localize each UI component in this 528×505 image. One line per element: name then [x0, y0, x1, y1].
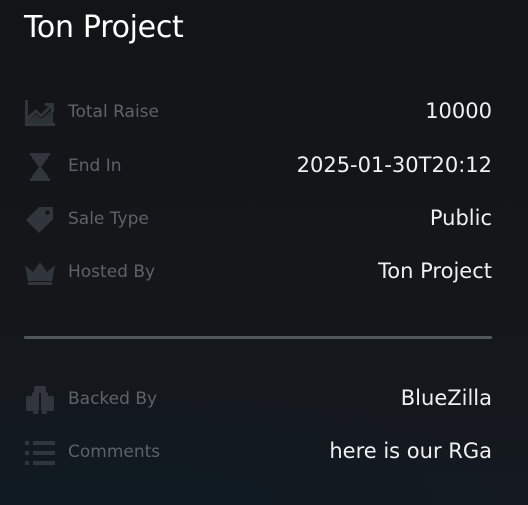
detail-label: Total Raise [68, 102, 160, 122]
detail-value: BlueZilla [400, 386, 492, 410]
detail-value: 10000 [425, 99, 492, 123]
detail-value: 2025-01-30T20:12 [296, 153, 492, 177]
project-details-card: Ton Project Total Raise 10000 End In 202… [0, 0, 528, 505]
section-divider [24, 336, 492, 339]
detail-row-sale-type: Sale Type Public [24, 204, 492, 236]
detail-label: Backed By [68, 389, 158, 409]
detail-label: End In [68, 156, 122, 176]
page-title: Ton Project [24, 10, 184, 45]
detail-label: Comments [68, 442, 161, 462]
detail-label: Sale Type [68, 209, 149, 229]
detail-row-end-in: End In 2025-01-30T20:12 [24, 151, 492, 183]
detail-value: Public [429, 206, 492, 230]
detail-value: here is our RGa [329, 439, 492, 463]
detail-row-total-raise: Total Raise 10000 [24, 97, 492, 129]
detail-row-comments: Comments here is our RGa [24, 437, 492, 469]
detail-row-hosted-by: Hosted By Ton Project [24, 257, 492, 289]
detail-value: Ton Project [378, 259, 492, 283]
chart-trend-icon [24, 97, 56, 129]
hourglass-icon [24, 151, 56, 183]
detail-row-backed-by: Backed By BlueZilla [24, 384, 492, 416]
price-tag-icon [24, 204, 56, 236]
backers-icon [24, 384, 56, 416]
crown-icon [24, 257, 56, 289]
detail-label: Hosted By [68, 262, 156, 282]
list-icon [24, 437, 56, 469]
